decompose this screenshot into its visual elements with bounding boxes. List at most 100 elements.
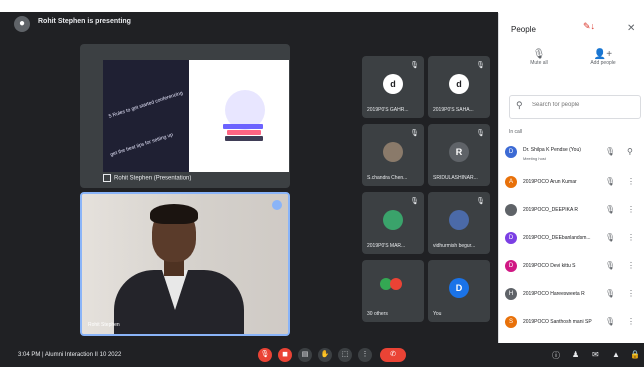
mic-off-icon[interactable]: 🎙	[605, 147, 615, 156]
present-icon	[103, 174, 111, 182]
mic-off-icon: 🎙	[532, 49, 546, 60]
book-icon	[227, 130, 261, 135]
presentation-tile[interactable]: 5 Rules to get started conferencing get …	[80, 44, 290, 188]
mic-off-icon[interactable]: 🎙	[605, 177, 615, 186]
search-input[interactable]	[530, 101, 634, 109]
book-icon	[225, 136, 263, 141]
participant-tile[interactable]: 🎙 R SRIDULASHINAR...	[428, 124, 490, 186]
slide-dark-panel: 5 Rules to get started conferencing get …	[103, 60, 189, 172]
pen-arrow-icon: ✎↓	[583, 21, 596, 31]
people-panel: People ✎↓ ✕ 🎙 Mute all 👤+ Add people ⚲ I…	[498, 13, 644, 343]
participant-tile[interactable]: 🎙 2019P0'S MAR...	[362, 192, 424, 254]
person-name: Dr. Shilpa K Pendse (You)	[523, 147, 581, 153]
info-icon[interactable]: ⓘ	[552, 350, 560, 361]
raise-hand-button[interactable]: ✋	[318, 348, 332, 362]
self-tile[interactable]: D You	[428, 260, 490, 322]
speaking-indicator-icon	[272, 200, 282, 210]
slide-illustration	[189, 60, 289, 172]
person-name: 2019POCO_DEEPIKA R	[523, 207, 579, 213]
camera-toggle-button[interactable]: ◼	[278, 348, 292, 362]
meet-window: ● Rohit Stephen is presenting 5 Rules to…	[0, 0, 644, 367]
participant-photo	[383, 142, 403, 162]
panel-title: People	[511, 25, 536, 34]
search-icon: ⚲	[516, 100, 523, 110]
others-count: 30 others	[367, 311, 388, 317]
close-icon[interactable]: ✕	[627, 23, 635, 34]
presenter-text: Rohit Stephen is presenting	[38, 18, 131, 25]
speaker-name: Rohit Stephen	[88, 322, 120, 328]
more-options-icon[interactable]: ⋮	[627, 317, 635, 326]
add-people-button[interactable]: 👤+ Add people	[581, 49, 625, 66]
more-options-icon[interactable]: ⋮	[627, 289, 635, 298]
mic-off-icon: 🎙	[410, 62, 419, 69]
person-avatar: D	[505, 260, 517, 272]
person-photo	[505, 204, 517, 216]
mic-toggle-button[interactable]: 🎙	[258, 348, 272, 362]
person-row[interactable]: 2019POCO_DEEPIKA R 🎙 ⋮	[505, 199, 643, 223]
more-options-icon[interactable]: ⋮	[627, 261, 635, 270]
mic-off-icon: 🎙	[476, 198, 485, 205]
participant-name: SRIDULASHINAR...	[433, 175, 478, 181]
participant-tile[interactable]: 🎙 S.chandra Chen...	[362, 124, 424, 186]
presentation-label: Rohit Stephen (Presentation)	[103, 174, 191, 182]
mic-off-icon[interactable]: 🎙	[605, 205, 615, 214]
person-name: 2019POCO Santhosh mani SP	[523, 319, 592, 325]
person-row[interactable]: D 2019POCO Devi kittu S 🎙 ⋮	[505, 255, 643, 279]
activities-icon[interactable]: ▲	[612, 350, 620, 359]
self-name: You	[433, 311, 442, 317]
person-avatar: D	[505, 232, 517, 244]
present-button[interactable]: ⬚	[338, 348, 352, 362]
mic-off-icon[interactable]: 🎙	[605, 261, 615, 270]
people-icon[interactable]: ♟	[572, 350, 579, 359]
participant-name: 2019P0'S GAHR...	[367, 107, 409, 113]
mic-off-icon[interactable]: 🎙	[605, 233, 615, 242]
mute-all-button[interactable]: 🎙 Mute all	[517, 49, 561, 66]
person-row[interactable]: D Dr. Shilpa K Pendse (You) Meeting host…	[505, 141, 643, 165]
mic-off-icon[interactable]: 🎙	[605, 289, 615, 298]
lock-icon[interactable]: 🔒	[630, 350, 640, 359]
participant-tile[interactable]: 🎙 d 2019P0'S SAHA...	[428, 56, 490, 118]
person-role: Meeting host	[523, 156, 546, 161]
person-avatar: D	[505, 146, 517, 158]
mic-off-icon: 🎙	[410, 130, 419, 137]
slide-text-line2: get the best tips for setting up	[109, 132, 174, 158]
person-row[interactable]: H 2019POCO Hareesweeta R 🎙 ⋮	[505, 283, 643, 307]
others-tile[interactable]: 30 others	[362, 260, 424, 322]
participant-tile[interactable]: 🎙 d 2019P0'S GAHR...	[362, 56, 424, 118]
person-avatar: A	[505, 176, 517, 188]
mic-off-icon: 🎙	[476, 62, 485, 69]
pin-icon[interactable]: ⚲	[627, 147, 633, 156]
captions-button[interactable]: ▤	[298, 348, 312, 362]
person-row[interactable]: S 2019POCO Santhosh mani SP 🎙 ⋮	[505, 311, 643, 335]
others-avatar	[390, 278, 402, 290]
book-icon	[223, 124, 263, 129]
participant-avatar: d	[449, 74, 469, 94]
self-avatar: D	[449, 278, 469, 298]
person-row[interactable]: D 2019POCO_DEEbanlandsm... 🎙 ⋮	[505, 227, 643, 251]
person-name: 2019POCO Arun Kumar	[523, 179, 577, 185]
participant-avatar: d	[383, 74, 403, 94]
more-options-button[interactable]: ⋮	[358, 348, 372, 362]
search-box[interactable]: ⚲	[509, 95, 641, 119]
mic-off-icon: 🎙	[410, 198, 419, 205]
more-options-icon[interactable]: ⋮	[627, 233, 635, 242]
person-row[interactable]: A 2019POCO Arun Kumar 🎙 ⋮	[505, 171, 643, 195]
speaker-video-tile[interactable]: Rohit Stephen	[80, 192, 290, 336]
add-person-icon: 👤+	[593, 49, 613, 60]
participant-tile[interactable]: 🎙 vidhurmish begur...	[428, 192, 490, 254]
more-options-icon[interactable]: ⋮	[627, 205, 635, 214]
slide-preview: 5 Rules to get started conferencing get …	[103, 60, 289, 172]
participant-avatar: R	[449, 142, 469, 162]
chat-icon[interactable]: ✉	[592, 350, 599, 359]
in-call-heading: In call	[509, 129, 523, 135]
person-name: 2019POCO Hareesweeta R	[523, 291, 585, 297]
participant-name: 2019P0'S MAR...	[367, 243, 406, 249]
person-name: 2019POCO Devi kittu S	[523, 263, 576, 269]
mic-off-icon[interactable]: 🎙	[605, 317, 615, 326]
person-avatar: H	[505, 288, 517, 300]
more-options-icon[interactable]: ⋮	[627, 177, 635, 186]
leave-call-button[interactable]: ✆	[380, 348, 406, 362]
participant-photo	[449, 210, 469, 230]
presenting-banner: ● Rohit Stephen is presenting	[0, 12, 498, 36]
person-name: 2019POCO_DEEbanlandsm...	[523, 235, 591, 241]
